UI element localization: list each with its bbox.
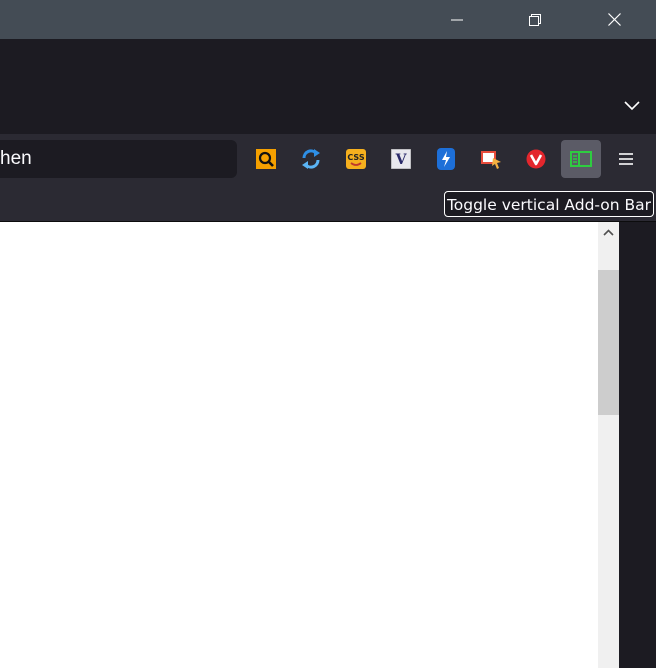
chevron-down-icon (624, 101, 640, 111)
close-icon (607, 13, 621, 26)
svg-text:V: V (395, 152, 408, 168)
sidebar-toggle-icon (570, 151, 592, 167)
v-circle-icon (526, 149, 546, 169)
tab-strip (0, 39, 656, 134)
v-icon: V (391, 149, 411, 169)
restore-button[interactable] (512, 0, 558, 39)
minimize-icon (451, 19, 463, 20)
url-bar-text: hen (0, 148, 32, 169)
hamburger-icon (619, 153, 633, 165)
v-addon-button[interactable]: V (381, 140, 421, 178)
restore-icon (529, 13, 541, 26)
bolt-icon (437, 148, 455, 170)
vertical-addon-bar (619, 222, 656, 668)
tooltip: Toggle vertical Add-on Bar (444, 191, 654, 217)
screenshot-addon-button[interactable] (471, 140, 511, 178)
refresh-icon (302, 149, 320, 169)
close-button[interactable] (591, 0, 637, 39)
title-bar (0, 0, 656, 39)
bolt-addon-button[interactable] (426, 140, 466, 178)
minimize-button[interactable] (434, 0, 480, 39)
page-content[interactable] (0, 222, 598, 668)
navigation-toolbar: hen CSS V (0, 134, 656, 186)
scroll-up-button[interactable] (598, 222, 619, 242)
css-icon: CSS (346, 149, 366, 169)
screenshot-icon (481, 151, 501, 169)
sync-addon-button[interactable] (291, 140, 331, 178)
css-addon-button[interactable]: CSS (336, 140, 376, 178)
svg-text:CSS: CSS (347, 153, 364, 162)
vertical-scrollbar[interactable] (598, 222, 619, 668)
scrollbar-thumb[interactable] (598, 270, 619, 415)
chevron-up-icon (603, 228, 614, 236)
url-bar[interactable]: hen (0, 140, 237, 178)
toggle-vertical-addon-bar-button[interactable] (561, 140, 601, 178)
app-menu-button[interactable] (606, 140, 646, 178)
magnifier-icon (256, 149, 276, 169)
v-circle-addon-button[interactable] (516, 140, 556, 178)
list-all-tabs-button[interactable] (618, 95, 646, 117)
search-magnifier-addon-button[interactable] (246, 140, 286, 178)
